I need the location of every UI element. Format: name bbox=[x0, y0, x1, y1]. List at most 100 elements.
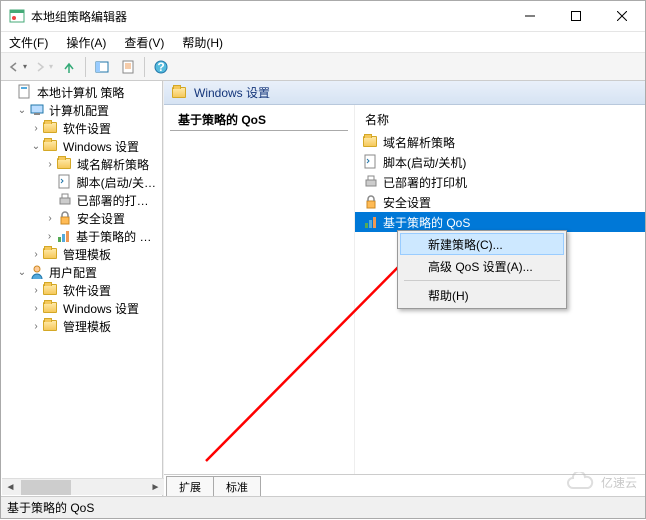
show-hide-tree-button[interactable] bbox=[90, 56, 114, 78]
ctx-help[interactable]: 帮助(H) bbox=[400, 284, 564, 306]
tree-dns-policy[interactable]: › 域名解析策略 bbox=[1, 155, 162, 173]
tree-printers[interactable]: 已部署的打印机 bbox=[1, 191, 162, 209]
tree-pane[interactable]: 本地计算机 策略 ⌄ 计算机配置 › 软件设置 ⌄ Windows 设置 › 域… bbox=[1, 81, 163, 496]
expand-icon[interactable]: › bbox=[43, 211, 57, 225]
scroll-right-button[interactable]: ► bbox=[147, 480, 164, 495]
window-controls bbox=[507, 1, 645, 31]
tree-security[interactable]: › 安全设置 bbox=[1, 209, 162, 227]
list-item-label: 脚本(启动/关机) bbox=[383, 154, 466, 171]
content-pane: Windows 设置 基于策略的 QoS 名称 域名解析策略 脚本(启动/关机) bbox=[163, 81, 645, 496]
menu-view[interactable]: 查看(V) bbox=[120, 32, 168, 53]
list-item-security[interactable]: 安全设置 bbox=[355, 192, 645, 212]
list-item-scripts[interactable]: 脚本(启动/关机) bbox=[355, 152, 645, 172]
expand-icon[interactable]: › bbox=[29, 319, 43, 333]
window-title: 本地组策略编辑器 bbox=[31, 8, 507, 25]
printer-icon bbox=[57, 192, 73, 208]
tree-label: 本地计算机 策略 bbox=[37, 84, 124, 101]
expand-icon[interactable]: › bbox=[29, 247, 43, 261]
up-button[interactable] bbox=[57, 56, 81, 78]
tree-software-settings[interactable]: › 软件设置 bbox=[1, 119, 162, 137]
forward-button[interactable]: ▾ bbox=[31, 56, 55, 78]
toolbar-separator bbox=[144, 57, 145, 77]
security-icon bbox=[57, 210, 73, 226]
tree-label: 管理模板 bbox=[63, 246, 111, 263]
folder-icon bbox=[43, 284, 57, 295]
watermark-text: 亿速云 bbox=[601, 474, 637, 491]
menu-file[interactable]: 文件(F) bbox=[5, 32, 52, 53]
policy-icon bbox=[17, 84, 33, 100]
expand-icon[interactable]: › bbox=[29, 121, 43, 135]
tree-hscrollbar[interactable]: ◄ ► bbox=[2, 478, 164, 495]
expand-icon[interactable]: › bbox=[29, 301, 43, 315]
titlebar: 本地组策略编辑器 bbox=[1, 1, 645, 31]
expand-icon[interactable]: › bbox=[43, 157, 57, 171]
tree-windows-settings[interactable]: ⌄ Windows 设置 bbox=[1, 137, 162, 155]
back-button[interactable]: ▾ bbox=[5, 56, 29, 78]
tree-label: 管理模板 bbox=[63, 318, 111, 335]
maximize-button[interactable] bbox=[553, 1, 599, 31]
menu-action[interactable]: 操作(A) bbox=[62, 32, 110, 53]
toolbar-separator bbox=[85, 57, 86, 77]
tree-root[interactable]: 本地计算机 策略 bbox=[1, 83, 162, 101]
expand-icon[interactable] bbox=[43, 193, 57, 207]
list-item-label: 安全设置 bbox=[383, 194, 431, 211]
tree-label: Windows 设置 bbox=[63, 138, 139, 155]
tree-admin-templates[interactable]: › 管理模板 bbox=[1, 245, 162, 263]
properties-button[interactable] bbox=[116, 56, 140, 78]
tree-computer-config[interactable]: ⌄ 计算机配置 bbox=[1, 101, 162, 119]
ctx-label: 新建策略(C)... bbox=[428, 236, 503, 253]
content-header: Windows 设置 bbox=[164, 81, 645, 105]
expand-icon[interactable]: › bbox=[43, 229, 56, 243]
folder-icon bbox=[43, 122, 57, 133]
tree-scripts[interactable]: 脚本(启动/关机) bbox=[1, 173, 162, 191]
list-item-qos[interactable]: 基于策略的 QoS bbox=[355, 212, 645, 232]
collapse-icon[interactable]: ⌄ bbox=[15, 103, 29, 117]
content-section-title: 基于策略的 QoS bbox=[170, 105, 348, 131]
close-button[interactable] bbox=[599, 1, 645, 31]
tree-label: 用户配置 bbox=[49, 264, 97, 281]
minimize-button[interactable] bbox=[507, 1, 553, 31]
expand-icon[interactable] bbox=[43, 175, 57, 189]
tab-standard[interactable]: 标准 bbox=[213, 476, 261, 496]
tree-label: 已部署的打印机 bbox=[77, 192, 158, 209]
help-button[interactable]: ? bbox=[149, 56, 173, 78]
expand-icon[interactable]: › bbox=[29, 283, 43, 297]
ctx-advanced-qos[interactable]: 高级 QoS 设置(A)... bbox=[400, 255, 564, 277]
script-icon bbox=[363, 154, 379, 170]
tree-label: 域名解析策略 bbox=[77, 156, 149, 173]
tree-label: 安全设置 bbox=[77, 210, 125, 227]
list-item-dns[interactable]: 域名解析策略 bbox=[355, 132, 645, 152]
tree-qos[interactable]: › 基于策略的 QoS bbox=[1, 227, 162, 245]
watermark: 亿速云 bbox=[565, 472, 637, 492]
cloud-icon bbox=[565, 472, 595, 492]
main-body: 本地计算机 策略 ⌄ 计算机配置 › 软件设置 ⌄ Windows 设置 › 域… bbox=[1, 81, 645, 496]
folder-icon bbox=[43, 320, 57, 331]
context-menu: 新建策略(C)... 高级 QoS 设置(A)... 帮助(H) bbox=[397, 230, 567, 309]
tree-user-windows[interactable]: › Windows 设置 bbox=[1, 299, 162, 317]
tree-label: 软件设置 bbox=[63, 120, 111, 137]
column-headers: 名称 bbox=[357, 105, 643, 130]
ctx-label: 高级 QoS 设置(A)... bbox=[428, 258, 533, 275]
item-list[interactable]: 域名解析策略 脚本(启动/关机) 已部署的打印机 安全设置 bbox=[355, 130, 645, 232]
folder-icon bbox=[172, 87, 186, 98]
collapse-icon[interactable]: ⌄ bbox=[29, 139, 43, 153]
menu-help[interactable]: 帮助(H) bbox=[178, 32, 227, 53]
tab-extended[interactable]: 扩展 bbox=[166, 476, 214, 496]
security-icon bbox=[363, 194, 379, 210]
folder-icon bbox=[57, 158, 71, 169]
column-name[interactable]: 名称 bbox=[357, 107, 397, 130]
app-icon bbox=[9, 8, 25, 24]
collapse-icon[interactable]: ⌄ bbox=[15, 265, 29, 279]
tree-user-config[interactable]: ⌄ 用户配置 bbox=[1, 263, 162, 281]
expand-icon[interactable] bbox=[3, 85, 17, 99]
ctx-label: 帮助(H) bbox=[428, 287, 469, 304]
tree-user-software[interactable]: › 软件设置 bbox=[1, 281, 162, 299]
list-item-printers[interactable]: 已部署的打印机 bbox=[355, 172, 645, 192]
ctx-separator bbox=[404, 280, 560, 281]
tree-user-admin[interactable]: › 管理模板 bbox=[1, 317, 162, 335]
scroll-left-button[interactable]: ◄ bbox=[2, 480, 19, 495]
statusbar: 基于策略的 QoS bbox=[1, 496, 645, 518]
ctx-new-policy[interactable]: 新建策略(C)... bbox=[400, 233, 564, 255]
scroll-thumb[interactable] bbox=[21, 480, 71, 495]
tree-label: 脚本(启动/关机) bbox=[77, 174, 158, 191]
